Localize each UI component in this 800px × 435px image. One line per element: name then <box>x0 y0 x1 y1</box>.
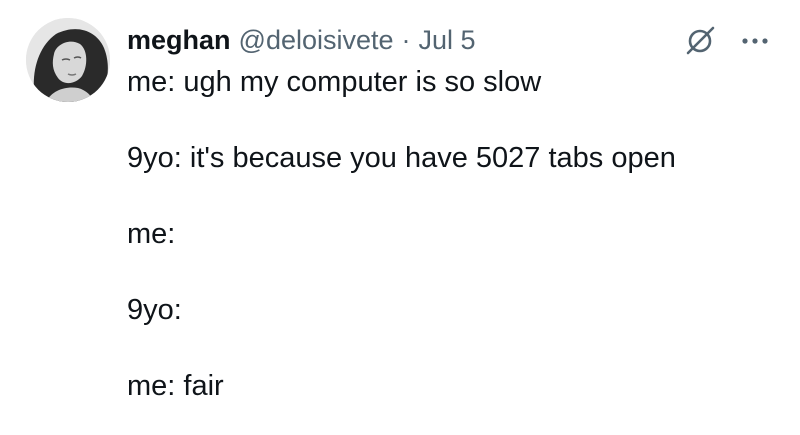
tweet-line: me: fair <box>127 370 224 402</box>
tweet-text: me: ugh my computer is so slow 9yo: it's… <box>127 64 777 404</box>
tweet-line: me: ugh my computer is so slow <box>127 66 542 98</box>
tweet-line: me: <box>127 218 176 250</box>
author-handle[interactable]: @deloisivete <box>239 25 394 56</box>
separator-dot: · <box>401 24 411 55</box>
author-name[interactable]: meghan <box>127 25 231 56</box>
tweet-header: meghan @deloisivete · Jul 5 <box>127 22 476 58</box>
tweet-line: 9yo: <box>127 294 182 326</box>
tweet: meghan @deloisivete · Jul 5 me: ugh my c… <box>0 0 800 435</box>
tweet-date[interactable]: Jul 5 <box>419 25 476 56</box>
more-options-icon[interactable] <box>735 26 775 56</box>
tweet-line: 9yo: it's because you have 5027 tabs ope… <box>127 142 676 174</box>
avatar[interactable] <box>26 18 110 102</box>
grok-icon[interactable] <box>683 24 717 58</box>
